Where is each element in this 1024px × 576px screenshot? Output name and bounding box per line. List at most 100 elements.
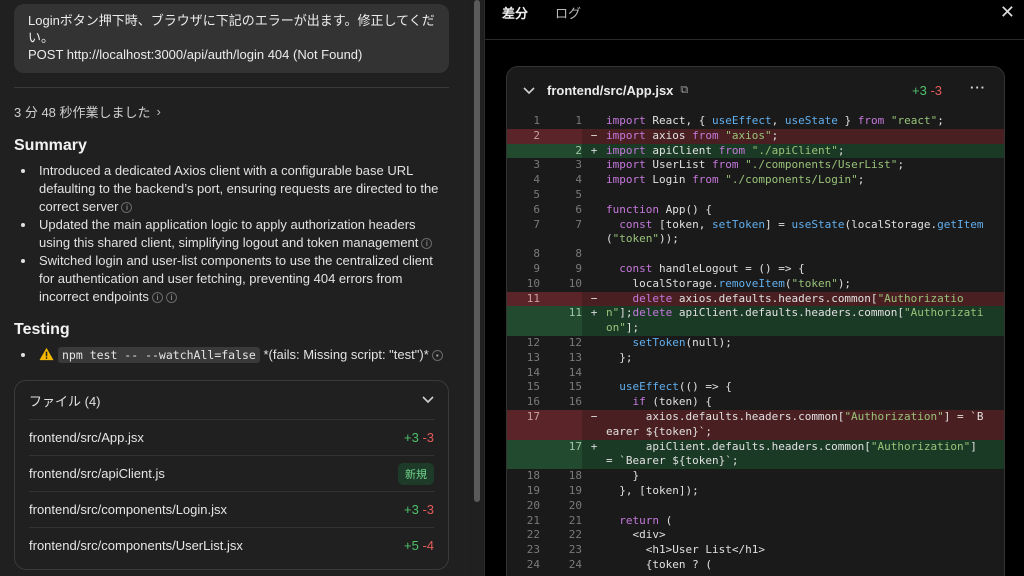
summary-item-text: Introduced a dedicated Axios client with…: [39, 163, 439, 214]
new-line-number: 10: [568, 276, 582, 290]
citation-icon[interactable]: i: [421, 238, 433, 249]
citation-icon[interactable]: i: [165, 292, 177, 303]
tab-diff[interactable]: 差分: [502, 3, 528, 22]
code-text: import axios from "axios";: [606, 128, 779, 142]
new-line-number: 16: [568, 395, 582, 409]
new-line-number: 9: [575, 261, 582, 275]
code-text: <h1>User List</h1>: [606, 543, 765, 557]
diff-marker: [582, 366, 606, 381]
code-text: }: [606, 469, 640, 483]
file-name: frontend/src/App.jsx: [29, 430, 144, 445]
terminal-icon[interactable]: ▪: [431, 350, 443, 361]
file-row[interactable]: frontend/src/components/UserList.jsx +5 …: [29, 527, 434, 563]
new-line-number: 4: [575, 173, 582, 187]
old-line-number: 9: [533, 261, 540, 275]
diff-line: 1 1 import React, { useEffect, useState } …: [507, 114, 1004, 129]
old-line-number: 5: [533, 187, 540, 201]
diff-line: 10 10 localStorage.removeItem("token");: [507, 277, 1004, 292]
copy-icon[interactable]: ⧉: [680, 84, 688, 97]
diff-marker: [582, 514, 606, 529]
diff-marker: [582, 499, 606, 514]
code-text: apiClient.defaults.headers.common["Autho…: [606, 439, 984, 468]
diff-line: 16 16 if (token) {: [507, 395, 1004, 410]
diff-line: 18 18 }: [507, 469, 1004, 484]
close-icon[interactable]: ✕: [1000, 2, 1015, 23]
old-line-number: 7: [533, 217, 540, 231]
code-text: return (: [619, 513, 673, 527]
citation-icon[interactable]: i: [151, 292, 163, 303]
new-line-number: 6: [575, 202, 582, 216]
diff-code: 1 1 import React, { useEffect, useState } …: [507, 114, 1004, 573]
list-item: Introduced a dedicated Axios client with…: [14, 162, 444, 216]
diff-line: 15 15 useEffect(() => {: [507, 380, 1004, 395]
code-text: setToken(null);: [632, 335, 732, 349]
new-line-number: 22: [568, 528, 582, 542]
diff-marker: [582, 351, 606, 366]
diff-line: 22 22 <div>: [507, 528, 1004, 543]
chevron-down-icon: [422, 396, 434, 404]
new-line-number: 19: [568, 483, 582, 497]
tab-log[interactable]: ログ: [555, 3, 581, 22]
diff-line: 23 23 <h1>User List</h1>: [507, 543, 1004, 558]
diff-marker: −: [590, 291, 598, 305]
chevron-down-icon[interactable]: [523, 86, 535, 95]
code-text: };: [606, 350, 633, 364]
left-scrollbar[interactable]: [472, 0, 482, 576]
diff-line-added: 17 + apiClient.defaults.headers.common["A…: [507, 439, 1004, 470]
code-text: axios.defaults.headers.common["Authoriza…: [606, 409, 984, 438]
code-text: import React, { useEffect, useState } fr…: [606, 114, 944, 127]
code-text: delete apiClient.defaults.headers.common…: [606, 306, 984, 335]
new-line-number: 15: [568, 380, 582, 394]
code-text: import apiClient from "./apiClient";: [606, 143, 845, 157]
diff-tabs: 差分 ログ ✕: [485, 0, 1024, 40]
diff-line: 55: [507, 188, 1004, 203]
file-name: frontend/src/apiClient.js: [29, 466, 165, 481]
diff-file-name: frontend/src/App.jsx: [547, 83, 674, 98]
old-line-number: 11: [507, 291, 540, 307]
new-line-number: 5: [575, 187, 582, 201]
files-header[interactable]: ファイル (4): [15, 381, 448, 419]
old-line-number: [507, 143, 540, 159]
diff-line: 12 12 setToken(null);: [507, 336, 1004, 351]
warning-icon: [39, 347, 54, 361]
files-header-label: ファイル (4): [29, 393, 101, 409]
diff-line: 24 24 {token ? (: [507, 558, 1004, 573]
old-line-number: 14: [526, 365, 540, 379]
diff-line: 9 9 const handleLogout = () => {: [507, 262, 1004, 277]
new-line-number: [540, 409, 582, 440]
old-line-number: 10: [526, 276, 540, 290]
file-row[interactable]: frontend/src/apiClient.js 新規: [29, 455, 434, 491]
diff-line-added: 11 + delete apiClient.defaults.headers.co…: [507, 306, 1004, 336]
summary-heading: Summary: [14, 137, 87, 154]
new-line-number: 11: [540, 306, 582, 336]
diff-marker: [582, 469, 606, 484]
file-row[interactable]: frontend/src/App.jsx +3 -3: [29, 419, 434, 455]
diff-marker: [582, 528, 606, 543]
testing-list: npm test -- --watchAll=false *(fails: Mi…: [14, 346, 444, 364]
new-line-number: 18: [568, 469, 582, 483]
old-line-number: 8: [533, 247, 540, 261]
summary-item-text: Updated the main application logic to ap…: [39, 217, 419, 250]
citation-icon[interactable]: i: [121, 202, 133, 213]
test-command: npm test -- --watchAll=false: [58, 347, 260, 363]
file-diff-card: frontend/src/App.jsx ⧉ +3 -3 ··· 1 1 impor…: [506, 66, 1005, 576]
file-row[interactable]: frontend/src/components/Login.jsx +3 -3: [29, 491, 434, 527]
files-panel: ファイル (4) frontend/src/App.jsx +3 -3 fron…: [14, 380, 449, 570]
list-item: Switched login and user-list components …: [14, 252, 444, 306]
diff-marker: −: [590, 128, 598, 142]
user-message-line: POST http://localhost:3000/api/auth/logi…: [28, 47, 363, 62]
worked-duration-toggle[interactable]: 3 分 48 秒作業しました ›: [14, 102, 161, 121]
old-line-number: 3: [533, 158, 540, 172]
diff-marker: [582, 158, 606, 173]
diff-marker: [582, 336, 606, 351]
old-line-number: 24: [526, 557, 540, 571]
diff-line: 21 21 return (: [507, 514, 1004, 529]
new-line-number: 17: [540, 439, 582, 470]
diff-marker: [582, 203, 606, 218]
scrollbar-thumb[interactable]: [474, 0, 480, 502]
more-options-icon[interactable]: ···: [970, 80, 986, 95]
code-text: localStorage.removeItem("token");: [606, 276, 852, 290]
file-name: frontend/src/components/UserList.jsx: [29, 538, 243, 553]
